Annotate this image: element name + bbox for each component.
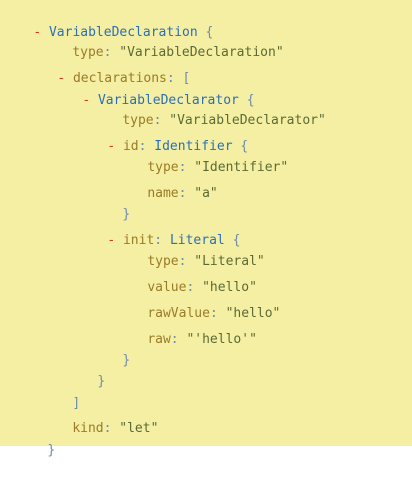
- declarator-node-header: - VariableDeclarator {: [51, 71, 254, 108]
- init-type-property: type: "Literal": [116, 232, 264, 269]
- close-brace: }: [97, 374, 106, 389]
- init-node-header: - init: Literal {: [76, 211, 240, 248]
- root-node-header: - VariableDeclaration {: [2, 3, 213, 40]
- colon: :: [170, 332, 179, 347]
- root-type-property: type: "VariableDeclaration": [41, 23, 283, 60]
- declarations-property-header: - declarations: [: [26, 49, 190, 86]
- id-type-property: type: "Identifier": [116, 138, 288, 175]
- root-kind-property: kind: "let": [41, 399, 158, 436]
- init-value-property: value: "hello": [116, 258, 257, 295]
- property-key: raw: [147, 332, 171, 347]
- declarations-footer: ]: [41, 374, 80, 411]
- id-node-footer: }: [91, 185, 130, 222]
- property-value: "a": [194, 186, 218, 201]
- colon: :: [178, 186, 187, 201]
- id-name-property: name: "a": [116, 164, 217, 201]
- property-value: "let": [119, 421, 159, 436]
- property-key: name: [147, 186, 179, 201]
- id-collapse-toggle[interactable]: -: [107, 139, 115, 154]
- declarator-type-property: type: "VariableDeclarator": [91, 91, 326, 128]
- init-raw-property: raw: "'hello'": [116, 310, 257, 347]
- init-rawvalue-property: rawValue: "hello": [116, 284, 280, 321]
- declarator-node-footer: }: [66, 352, 105, 389]
- ast-tree-view: - VariableDeclaration { type: "VariableD…: [0, 0, 412, 458]
- init-node-footer: }: [91, 331, 130, 368]
- init-collapse-toggle[interactable]: -: [107, 233, 115, 248]
- property-value: "'hello'": [186, 332, 257, 347]
- declarator-collapse-toggle[interactable]: -: [82, 93, 90, 108]
- close-brace: }: [122, 353, 131, 368]
- root-node-footer: }: [16, 421, 55, 458]
- id-node-header: - id: Identifier {: [76, 117, 248, 154]
- colon: :: [103, 421, 112, 436]
- property-key: kind: [72, 421, 104, 436]
- close-brace: }: [47, 443, 56, 458]
- root-collapse-toggle[interactable]: -: [33, 25, 41, 40]
